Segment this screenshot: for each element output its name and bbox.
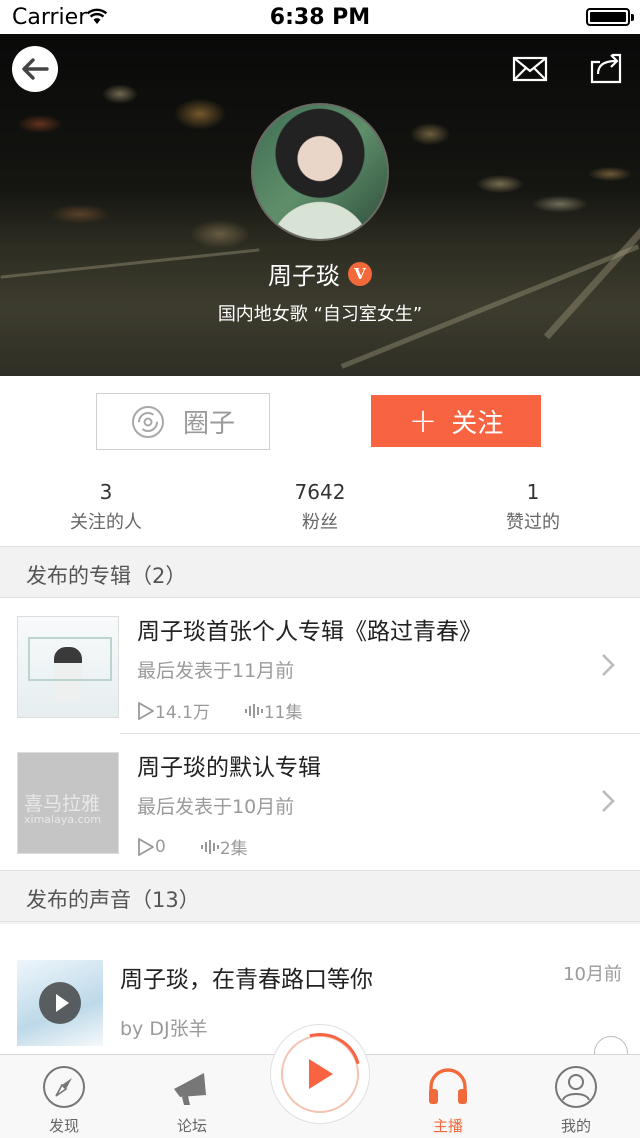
stat-label: 粉丝 — [302, 512, 338, 533]
tab-label: 我的 — [560, 1117, 591, 1135]
profile-name-row: 周子琰 V — [0, 256, 640, 291]
circle-icon — [131, 405, 164, 438]
album-updated: 最后发表于11月前 — [137, 660, 295, 682]
album-row[interactable]: 喜马拉雅 ximalaya.com 周子琰的默认专辑 最后发表于10月前 0 2… — [0, 734, 640, 870]
play-outline-icon — [138, 837, 154, 856]
play-icon — [309, 1059, 333, 1089]
albums-section-header: 发布的专辑（2） — [0, 546, 640, 598]
tab-label: 主播 — [432, 1117, 463, 1135]
circle-button[interactable]: 圈子 — [96, 393, 270, 450]
album-track-count: 11集 — [263, 703, 303, 723]
status-bar: Carrier 6:38 PM — [0, 0, 640, 34]
album-title: 周子琰首张个人专辑《路过青春》 — [137, 619, 482, 645]
status-time: 6:38 PM — [269, 5, 371, 30]
play-outline-icon — [138, 701, 154, 720]
share-button[interactable] — [586, 48, 626, 88]
tab-label: 论坛 — [176, 1117, 207, 1135]
album-cover: 喜马拉雅 ximalaya.com — [17, 752, 119, 854]
chevron-right-icon — [602, 790, 615, 812]
battery-icon — [586, 8, 634, 26]
circle-button-label: 圈子 — [182, 409, 235, 439]
stat-following[interactable]: 3 关注的人 — [6, 480, 206, 534]
tab-anchor[interactable]: 主播 — [384, 1055, 512, 1138]
stat-value: 3 — [99, 480, 113, 504]
profile-description: 国内地女歌 “自习室女生” — [217, 304, 423, 325]
album-cover — [17, 616, 119, 718]
sound-author: by DJ张羊 — [120, 1018, 208, 1040]
stat-fans[interactable]: 7642 粉丝 — [220, 480, 420, 534]
headphones-icon — [429, 1068, 467, 1104]
message-button[interactable] — [510, 50, 550, 88]
stat-liked[interactable]: 1 赞过的 — [433, 480, 633, 534]
tab-discover[interactable]: 发现 — [0, 1055, 128, 1138]
stat-value: 1 — [526, 480, 540, 504]
mail-icon — [512, 56, 548, 82]
album-updated: 最后发表于10月前 — [137, 796, 295, 818]
album-title: 周子琰的默认专辑 — [137, 755, 321, 781]
play-icon[interactable] — [39, 982, 81, 1024]
sound-cover — [17, 960, 103, 1046]
back-button[interactable] — [12, 46, 58, 92]
chevron-right-icon — [602, 654, 615, 676]
back-arrow-icon — [22, 58, 49, 80]
tab-label: 发现 — [48, 1117, 79, 1135]
profile-actions: 圈子 + 关注 3 关注的人 7642 粉丝 1 赞过的 — [0, 376, 640, 546]
cover-watermark: 喜马拉雅 — [24, 793, 101, 815]
audio-wave-icon — [244, 703, 263, 718]
album-play-count: 0 — [155, 836, 166, 857]
sound-date: 10月前 — [563, 964, 622, 985]
album-row[interactable]: 周子琰首张个人专辑《路过青春》 最后发表于11月前 14.1万 11集 — [0, 598, 640, 734]
share-icon — [590, 53, 622, 84]
compass-icon — [43, 1066, 85, 1108]
sound-title: 周子琰，在青春路口等你 — [120, 967, 373, 993]
center-play-button[interactable] — [263, 1017, 377, 1131]
tab-me[interactable]: 我的 — [512, 1055, 640, 1138]
albums-section-title: 发布的专辑（2） — [26, 564, 187, 588]
follow-button[interactable]: + 关注 — [371, 395, 541, 447]
stat-value: 7642 — [294, 480, 346, 504]
album-meta: 14.1万 11集 — [137, 698, 303, 723]
sounds-section-header: 发布的声音（13） — [0, 870, 640, 922]
megaphone-icon — [174, 1073, 206, 1105]
cover-watermark-sub: ximalaya.com — [24, 813, 102, 826]
tab-forum[interactable]: 论坛 — [128, 1055, 256, 1138]
avatar[interactable] — [251, 103, 389, 241]
plus-icon: + — [408, 401, 438, 441]
sounds-section-title: 发布的声音（13） — [26, 888, 200, 912]
album-play-count: 14.1万 — [155, 703, 210, 723]
profile-name: 周子琰 — [268, 262, 340, 290]
stat-label: 关注的人 — [70, 512, 142, 533]
verified-badge-icon: V — [348, 261, 372, 286]
album-track-count: 2集 — [219, 839, 248, 859]
stat-label: 赞过的 — [506, 512, 560, 533]
follow-button-label: 关注 — [451, 408, 504, 439]
user-icon — [555, 1066, 597, 1108]
audio-wave-icon — [200, 839, 219, 854]
album-meta: 0 2集 — [137, 834, 248, 859]
